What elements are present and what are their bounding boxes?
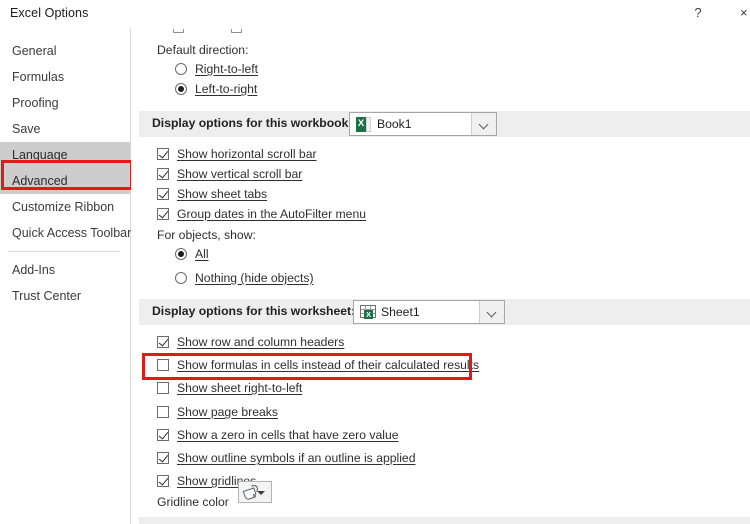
checkbox-label: Show page breaks xyxy=(177,405,278,419)
radio-objects-all[interactable]: All xyxy=(175,245,209,265)
checkbox-label: Show horizontal scroll bar xyxy=(177,147,317,161)
workbook-select-value: Book1 xyxy=(377,117,412,131)
checkbox-show-sheet-tabs[interactable]: Show sheet tabs xyxy=(157,185,267,205)
radio-indicator xyxy=(175,83,187,95)
checkbox-indicator xyxy=(157,336,169,348)
radio-label: All xyxy=(195,247,209,261)
checkbox-indicator xyxy=(157,452,169,464)
chevron-down-icon[interactable] xyxy=(257,491,265,495)
sidebar-item-label: Save xyxy=(12,122,41,136)
checkbox-show-vertical-scroll-bar[interactable]: Show vertical scroll bar xyxy=(157,165,302,185)
sidebar-item-label: Proofing xyxy=(12,96,59,110)
sidebar-item-label: General xyxy=(12,44,57,58)
sidebar-item-save[interactable]: Save xyxy=(0,116,130,142)
checkbox-indicator xyxy=(157,168,169,180)
checkbox-show-sheet-right-to-left[interactable]: Show sheet right-to-left xyxy=(157,379,302,399)
help-icon[interactable]: ? xyxy=(688,3,708,23)
sidebar-item-label: Language xyxy=(12,148,68,162)
checkbox-label: Group dates in the AutoFilter menu xyxy=(177,207,367,221)
sidebar-item-general[interactable]: General xyxy=(0,38,130,64)
section-title: Display options for this worksheet: xyxy=(152,304,356,318)
radio-right-to-left[interactable]: Right-to-left xyxy=(175,60,258,80)
checkbox-label: Show outline symbols if an outline is ap… xyxy=(177,451,416,465)
radio-label: Nothing (hide objects) xyxy=(195,271,314,285)
chevron-down-icon[interactable] xyxy=(471,113,496,135)
section-header-next xyxy=(139,517,750,524)
sidebar-item-label: Customize Ribbon xyxy=(12,200,115,214)
gridline-color-label: Gridline color xyxy=(157,495,229,509)
checkbox-show-horizontal-scroll-bar[interactable]: Show horizontal scroll bar xyxy=(157,145,317,165)
checkbox-indicator xyxy=(157,208,169,220)
checkbox-indicator xyxy=(157,188,169,200)
sidebar-item-quick-access-toolbar[interactable]: Quick Access Toolbar xyxy=(0,220,132,246)
checkbox-show-formulas[interactable]: Show formulas in cells instead of their … xyxy=(157,356,479,376)
checkbox-show-zero-in-cells[interactable]: Show a zero in cells that have zero valu… xyxy=(157,426,399,446)
checkbox-indicator xyxy=(157,148,169,160)
checkbox-show-row-column-headers[interactable]: Show row and column headers xyxy=(157,333,344,353)
sidebar-item-customize-ribbon[interactable]: Customize Ribbon xyxy=(0,194,130,220)
radio-label: Left-to-right xyxy=(195,82,258,96)
close-icon[interactable]: × xyxy=(740,3,750,23)
sidebar-item-label: Quick Access Toolbar xyxy=(12,226,132,240)
checkbox-indicator xyxy=(157,359,169,371)
chevron-down-icon[interactable] xyxy=(479,301,504,323)
checkbox-indicator xyxy=(157,429,169,441)
workbook-select[interactable]: X Book1 xyxy=(349,112,497,136)
sidebar-item-proofing[interactable]: Proofing xyxy=(0,90,130,116)
radio-objects-nothing[interactable]: Nothing (hide objects) xyxy=(175,269,314,289)
sidebar-item-trust-center[interactable]: Trust Center xyxy=(0,283,130,309)
options-content-pane: Default direction: Right-to-left Left-to… xyxy=(131,29,750,524)
checkbox-label: Show formulas in cells instead of their … xyxy=(177,358,480,372)
section-title: Display options for this workbook: xyxy=(152,116,353,130)
sidebar-item-label: Advanced xyxy=(12,174,68,188)
sidebar-item-label: Formulas xyxy=(12,70,65,84)
excel-worksheet-icon: X xyxy=(360,305,376,320)
sidebar-divider xyxy=(8,251,120,252)
checkbox-indicator xyxy=(157,406,169,418)
checkbox-indicator xyxy=(157,475,169,487)
checkbox-label: Show a zero in cells that have zero valu… xyxy=(177,428,399,442)
checkbox-label: Show row and column headers xyxy=(177,335,345,349)
title-bar: Excel Options ? × xyxy=(0,0,750,28)
checkbox-show-page-breaks[interactable]: Show page breaks xyxy=(157,403,278,423)
clipped-top-controls xyxy=(131,29,750,38)
checkbox-label: Show sheet right-to-left xyxy=(177,381,303,395)
paint-bucket-icon xyxy=(242,485,258,501)
excel-options-dialog: Excel Options ? × General Formulas Proof… xyxy=(0,0,750,524)
default-direction-label: Default direction: xyxy=(157,43,249,57)
sidebar-nav: General Formulas Proofing Save Language … xyxy=(0,29,131,524)
checkbox-indicator xyxy=(157,382,169,394)
radio-indicator xyxy=(175,248,187,260)
sidebar-item-advanced[interactable]: Advanced xyxy=(0,168,130,194)
checkbox-group-dates-autofilter[interactable]: Group dates in the AutoFilter menu xyxy=(157,205,366,225)
checkbox-label: Show sheet tabs xyxy=(177,187,268,201)
checkbox-label: Show vertical scroll bar xyxy=(177,167,303,181)
sidebar-item-formulas[interactable]: Formulas xyxy=(0,64,130,90)
radio-label: Right-to-left xyxy=(195,62,258,76)
excel-workbook-icon: X xyxy=(356,117,371,132)
radio-indicator xyxy=(175,272,187,284)
radio-indicator xyxy=(175,63,187,75)
radio-left-to-right[interactable]: Left-to-right xyxy=(175,80,257,100)
checkbox-show-outline-symbols[interactable]: Show outline symbols if an outline is ap… xyxy=(157,449,415,469)
worksheet-select-value: Sheet1 xyxy=(381,305,420,319)
sidebar-item-language[interactable]: Language xyxy=(0,142,130,168)
gridline-color-picker[interactable] xyxy=(238,481,272,503)
window-title: Excel Options xyxy=(10,6,89,20)
sidebar-item-label: Add-Ins xyxy=(12,263,56,277)
for-objects-show-label: For objects, show: xyxy=(157,228,256,242)
sidebar-item-label: Trust Center xyxy=(12,289,82,303)
sidebar-item-add-ins[interactable]: Add-Ins xyxy=(0,257,130,283)
worksheet-select[interactable]: X Sheet1 xyxy=(353,300,505,324)
